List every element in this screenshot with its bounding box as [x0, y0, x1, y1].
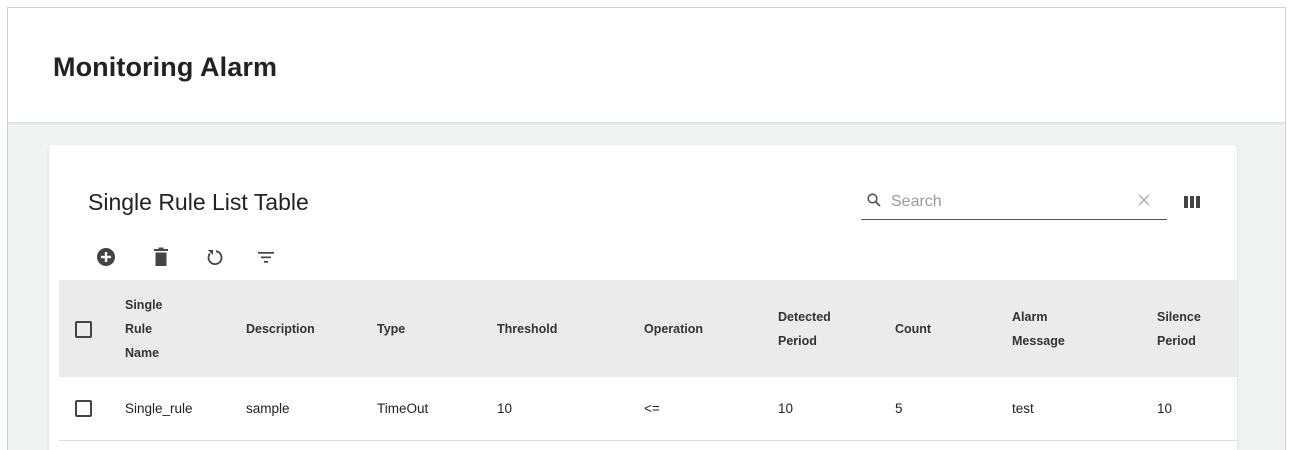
column-header[interactable]: Alarm Message	[1012, 280, 1157, 377]
table-cell: sample	[246, 400, 290, 416]
table-cell: 10	[778, 400, 794, 416]
card-title: Single Rule List Table	[88, 189, 309, 215]
table-header-row: Single Rule Name Description Type Thresh…	[59, 280, 1237, 377]
view-column-icon[interactable]	[1183, 194, 1201, 210]
trash-icon	[154, 247, 168, 266]
column-header[interactable]: Threshold	[497, 280, 644, 377]
search-box	[861, 185, 1167, 220]
refresh-button[interactable]	[202, 245, 226, 269]
table-cell: 10	[497, 400, 513, 416]
row-checkbox[interactable]	[75, 399, 92, 417]
select-all-checkbox[interactable]	[75, 320, 92, 338]
refresh-icon	[207, 250, 223, 265]
table-cell: 10	[1157, 400, 1173, 416]
table-cell: 5	[895, 400, 903, 416]
table-cell: TimeOut	[377, 400, 429, 416]
row-select-cell	[59, 377, 125, 440]
search-input[interactable]	[891, 189, 1121, 215]
delete-button[interactable]	[149, 245, 173, 269]
close-icon[interactable]	[1137, 193, 1151, 207]
app-header: Monitoring Alarm	[8, 8, 1285, 123]
add-circle-icon	[97, 248, 115, 266]
table-cell: <=	[644, 400, 660, 416]
column-header[interactable]: Operation	[644, 280, 778, 377]
table-row[interactable]: Single_rule sample TimeOut 10 <= 10 5 te…	[59, 377, 1237, 440]
rule-table-card: Single Rule List Table Search Single Rul…	[49, 145, 1237, 450]
column-header[interactable]: Description	[246, 280, 377, 377]
app-frame: Monitoring Alarm Single Rule List Table	[7, 7, 1286, 450]
column-header[interactable]: Single Rule Name	[125, 280, 246, 377]
column-header[interactable]: Count	[895, 280, 1012, 377]
add-button[interactable]	[94, 245, 118, 269]
column-header[interactable]: Detected Period	[778, 280, 895, 377]
rule-table: Single Rule Name Description Type Thresh…	[59, 280, 1237, 441]
page-title: Monitoring Alarm	[53, 52, 278, 82]
search-icon	[867, 193, 881, 207]
column-header[interactable]: Silence Period	[1157, 280, 1237, 377]
table-cell: test	[1012, 400, 1034, 416]
select-all-cell	[59, 280, 125, 377]
table-cell: Single_rule	[125, 400, 193, 416]
column-header[interactable]: Type	[377, 280, 497, 377]
filter-icon	[258, 252, 274, 263]
filter-button[interactable]	[254, 245, 278, 269]
